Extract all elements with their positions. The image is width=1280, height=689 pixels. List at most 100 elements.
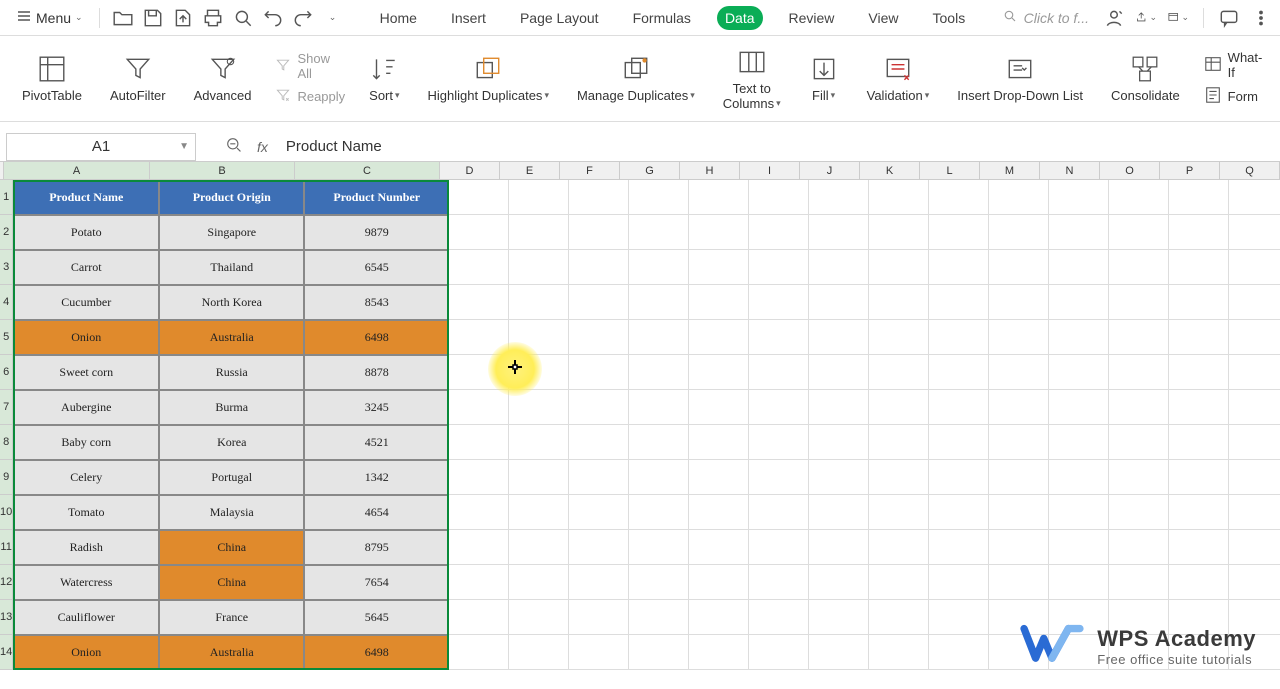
col-header-A[interactable]: A [4, 162, 150, 180]
empty-cell[interactable] [869, 390, 929, 425]
empty-cell[interactable] [449, 530, 509, 565]
empty-cell[interactable] [629, 320, 689, 355]
table-cell[interactable]: 8878 [304, 355, 449, 390]
empty-cell[interactable] [1169, 250, 1229, 285]
empty-cell[interactable] [689, 460, 749, 495]
empty-cell[interactable] [989, 495, 1049, 530]
table-header-cell[interactable]: Product Name [13, 180, 159, 215]
empty-cell[interactable] [929, 180, 989, 215]
empty-cell[interactable] [989, 355, 1049, 390]
empty-cell[interactable] [689, 320, 749, 355]
empty-cell[interactable] [809, 600, 869, 635]
empty-cell[interactable] [1049, 285, 1109, 320]
empty-cell[interactable] [1229, 180, 1280, 215]
qat-dropdown-icon[interactable]: ⌄ [322, 7, 344, 29]
empty-cell[interactable] [689, 600, 749, 635]
table-cell[interactable]: Australia [159, 320, 304, 355]
empty-cell[interactable] [1049, 530, 1109, 565]
fx-icon[interactable]: fx [257, 139, 268, 155]
empty-cell[interactable] [509, 530, 569, 565]
row-header-2[interactable]: 2 [0, 215, 13, 250]
empty-cell[interactable] [749, 390, 809, 425]
empty-cell[interactable] [569, 530, 629, 565]
empty-cell[interactable] [569, 285, 629, 320]
empty-cell[interactable] [449, 495, 509, 530]
table-cell[interactable]: Baby corn [13, 425, 159, 460]
empty-cell[interactable] [809, 250, 869, 285]
empty-cell[interactable] [1109, 355, 1169, 390]
table-cell[interactable]: 4654 [304, 495, 449, 530]
col-header-K[interactable]: K [860, 162, 920, 180]
row-header-14[interactable]: 14 [0, 635, 13, 670]
print-icon[interactable] [202, 7, 224, 29]
search-box[interactable]: Click to f... [993, 9, 1099, 27]
empty-cell[interactable] [749, 460, 809, 495]
empty-cell[interactable] [509, 390, 569, 425]
empty-cell[interactable] [1229, 285, 1280, 320]
empty-cell[interactable] [809, 565, 869, 600]
empty-cell[interactable] [1169, 530, 1229, 565]
empty-cell[interactable] [629, 250, 689, 285]
empty-cell[interactable] [809, 320, 869, 355]
tab-view[interactable]: View [860, 6, 906, 30]
empty-cell[interactable] [929, 425, 989, 460]
table-cell[interactable]: 6498 [304, 635, 449, 670]
empty-cell[interactable] [689, 635, 749, 670]
row-header-8[interactable]: 8 [0, 425, 13, 460]
empty-cell[interactable] [689, 565, 749, 600]
empty-cell[interactable] [689, 530, 749, 565]
table-cell[interactable]: Potato [13, 215, 159, 250]
table-cell[interactable]: 3245 [304, 390, 449, 425]
tab-insert[interactable]: Insert [443, 6, 494, 30]
empty-cell[interactable] [869, 565, 929, 600]
col-header-H[interactable]: H [680, 162, 740, 180]
empty-cell[interactable] [749, 425, 809, 460]
empty-cell[interactable] [1109, 390, 1169, 425]
empty-cell[interactable] [749, 320, 809, 355]
menu-button[interactable]: Menu ⌄ [8, 4, 91, 31]
col-header-P[interactable]: P [1160, 162, 1220, 180]
empty-cell[interactable] [1049, 320, 1109, 355]
empty-cell[interactable] [449, 390, 509, 425]
table-cell[interactable]: Watercress [13, 565, 159, 600]
empty-cell[interactable] [509, 215, 569, 250]
empty-cell[interactable] [569, 215, 629, 250]
table-cell[interactable]: 8795 [304, 530, 449, 565]
table-cell[interactable]: Sweet corn [13, 355, 159, 390]
empty-cell[interactable] [1049, 215, 1109, 250]
empty-cell[interactable] [689, 285, 749, 320]
empty-cell[interactable] [869, 355, 929, 390]
empty-cell[interactable] [449, 565, 509, 600]
row-header-1[interactable]: 1 [0, 180, 13, 215]
empty-cell[interactable] [449, 180, 509, 215]
table-cell[interactable]: 8543 [304, 285, 449, 320]
empty-cell[interactable] [1109, 180, 1169, 215]
empty-cell[interactable] [869, 285, 929, 320]
empty-cell[interactable] [509, 495, 569, 530]
empty-cell[interactable] [1049, 390, 1109, 425]
empty-cell[interactable] [1229, 320, 1280, 355]
empty-cell[interactable] [509, 600, 569, 635]
empty-cell[interactable] [989, 460, 1049, 495]
empty-cell[interactable] [929, 215, 989, 250]
empty-cell[interactable] [989, 215, 1049, 250]
table-cell[interactable]: 7654 [304, 565, 449, 600]
col-header-O[interactable]: O [1100, 162, 1160, 180]
empty-cell[interactable] [749, 635, 809, 670]
empty-cell[interactable] [509, 320, 569, 355]
sort-button[interactable]: Sort▾ [355, 39, 413, 119]
empty-cell[interactable] [569, 250, 629, 285]
empty-cell[interactable] [1109, 495, 1169, 530]
empty-cell[interactable] [869, 425, 929, 460]
empty-cell[interactable] [629, 530, 689, 565]
row-header-10[interactable]: 10 [0, 495, 13, 530]
advanced-filter-button[interactable]: Advanced [180, 39, 266, 119]
print-preview-icon[interactable] [232, 7, 254, 29]
empty-cell[interactable] [689, 355, 749, 390]
undo-icon[interactable] [262, 7, 284, 29]
col-header-C[interactable]: C [295, 162, 440, 180]
empty-cell[interactable] [989, 425, 1049, 460]
table-cell[interactable]: 6545 [304, 250, 449, 285]
more-icon[interactable] [1250, 7, 1272, 29]
empty-cell[interactable] [509, 180, 569, 215]
